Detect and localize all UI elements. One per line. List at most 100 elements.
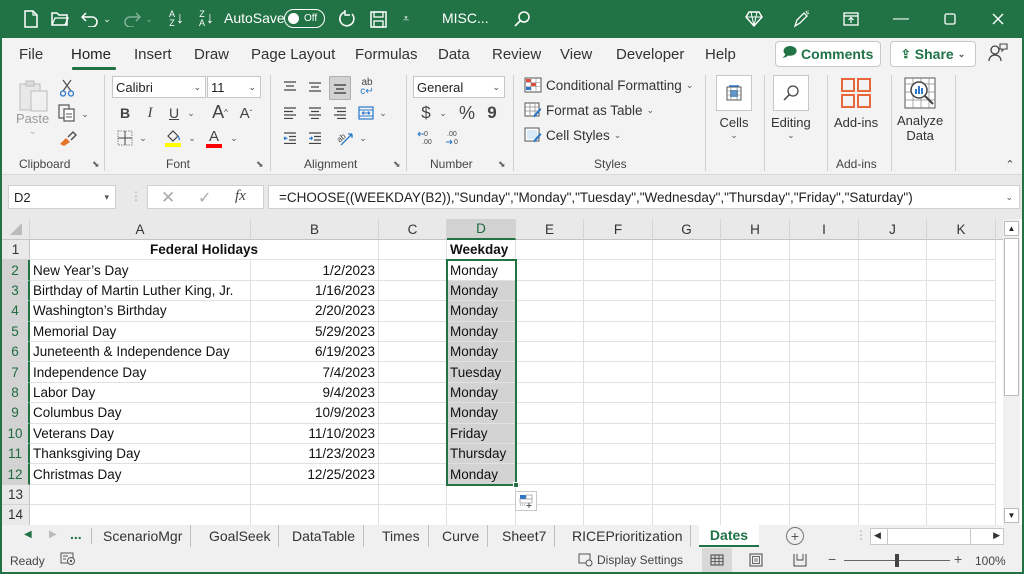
undo-icon[interactable] [78, 8, 102, 30]
scroll-down-arrow[interactable]: ▼ [1004, 508, 1019, 523]
column-header-e[interactable]: E [516, 219, 584, 240]
row-header[interactable]: 4 [2, 301, 30, 322]
comma-style-button[interactable]: 9 [484, 102, 500, 124]
increase-font-size-icon[interactable]: A ^ [210, 101, 230, 123]
cell[interactable] [721, 362, 790, 383]
sheet-tab-sheet7[interactable]: Sheet7 [494, 525, 556, 547]
page-layout-view-button[interactable] [749, 553, 763, 570]
accessibility-icon[interactable] [60, 552, 76, 569]
cell[interactable] [790, 464, 859, 485]
weekday-cell[interactable]: Monday [447, 342, 516, 363]
holiday-name-cell[interactable]: Juneteenth & Independence Day [30, 342, 251, 363]
scroll-right-arrow[interactable]: ▶ [993, 530, 1000, 541]
number-format-select[interactable]: General ⌄ [413, 76, 505, 98]
align-right-icon[interactable] [330, 103, 350, 123]
cell[interactable] [516, 301, 584, 322]
holiday-name-cell[interactable]: New Year’s Day [30, 260, 251, 281]
cell[interactable] [516, 280, 584, 302]
percent-button[interactable]: % [456, 102, 478, 124]
column-header-g[interactable]: G [653, 219, 721, 240]
orientation-dropdown-icon[interactable]: ⌄ [358, 131, 368, 145]
cell[interactable] [584, 403, 653, 424]
tab-formulas[interactable]: Formulas [355, 46, 418, 63]
number-launcher-icon[interactable]: ⬊ [498, 159, 506, 170]
page-break-view-button[interactable] [793, 553, 807, 570]
select-all-button[interactable] [2, 219, 30, 240]
formula-bar-grip-icon[interactable]: ⋮ [130, 189, 142, 203]
zoom-in-button[interactable]: + [954, 551, 962, 567]
cell[interactable] [859, 301, 927, 322]
save-icon[interactable] [366, 8, 390, 30]
paste-button[interactable]: Paste ⌄ [16, 79, 49, 137]
cell[interactable] [516, 240, 584, 261]
cell[interactable] [859, 280, 927, 302]
holiday-date-cell[interactable]: 6/19/2023 [251, 342, 379, 363]
weekday-cell[interactable]: Monday [447, 464, 516, 485]
scroll-left-arrow[interactable]: ◀ [874, 530, 881, 541]
cell[interactable] [721, 505, 790, 525]
row-header[interactable]: 12 [2, 464, 30, 485]
cell[interactable] [790, 342, 859, 363]
cell[interactable] [379, 382, 447, 404]
holiday-date-cell[interactable]: 10/9/2023 [251, 403, 379, 424]
borders-icon[interactable] [115, 128, 135, 148]
cell[interactable] [927, 444, 996, 465]
cell[interactable] [790, 444, 859, 465]
currency-dropdown-icon[interactable]: ⌄ [438, 106, 448, 120]
undo-dropdown-icon[interactable]: ⌄ [102, 8, 112, 30]
cell[interactable] [859, 382, 927, 404]
add-sheet-button[interactable]: + [786, 527, 804, 545]
cell-styles-button[interactable]: Cell Styles ⌄ [524, 127, 621, 143]
cell[interactable] [653, 362, 721, 383]
weekday-cell[interactable]: Monday [447, 321, 516, 342]
cell[interactable] [721, 240, 790, 261]
holiday-date-cell[interactable]: 12/25/2023 [251, 464, 379, 485]
weekday-cell[interactable]: Monday [447, 280, 516, 302]
underline-button[interactable]: U [165, 103, 183, 123]
cell[interactable] [653, 484, 721, 506]
tab-help[interactable]: Help [705, 46, 736, 63]
cell[interactable] [790, 362, 859, 383]
cell[interactable] [721, 342, 790, 363]
clipboard-launcher-icon[interactable]: ⬊ [92, 159, 100, 170]
formula-input[interactable]: =CHOOSE((WEEKDAY(B2)),"Sunday","Monday",… [268, 185, 1020, 209]
cell[interactable] [927, 362, 996, 383]
cell[interactable] [447, 505, 516, 525]
cell[interactable] [30, 484, 251, 506]
maximize-button[interactable] [935, 8, 965, 30]
tab-split-grip[interactable]: ⋮ [855, 528, 867, 542]
orientation-icon[interactable]: ab [334, 128, 356, 148]
weekday-cell[interactable]: Thursday [447, 444, 516, 465]
cell[interactable] [927, 382, 996, 404]
cell[interactable] [379, 260, 447, 281]
cell[interactable] [584, 484, 653, 506]
cell[interactable] [721, 484, 790, 506]
editing-button[interactable]: Editing ⌄ [771, 75, 811, 141]
tab-view[interactable]: View [560, 46, 592, 63]
font-family-select[interactable]: Calibri ⌄ [112, 76, 206, 98]
cell[interactable] [379, 444, 447, 465]
sheet-tab-goalseek[interactable]: GoalSeek [201, 525, 280, 547]
copy-icon[interactable] [56, 103, 78, 123]
cell[interactable] [516, 260, 584, 281]
cell[interactable] [927, 464, 996, 485]
cell[interactable] [721, 321, 790, 342]
close-button[interactable] [983, 8, 1013, 30]
cell[interactable] [379, 362, 447, 383]
holiday-name-cell[interactable]: Birthday of Martin Luther King, Jr. [30, 280, 251, 302]
analyze-data-button[interactable]: Analyze Data [897, 75, 943, 143]
sheet-tab-scenariomgr[interactable]: ScenarioMgr [95, 525, 192, 547]
increase-decimal-icon[interactable]: 0.00 [415, 127, 437, 149]
cell[interactable] [790, 423, 859, 444]
holiday-date-cell[interactable]: 2/20/2023 [251, 301, 379, 322]
tab-review[interactable]: Review [492, 46, 541, 63]
cell[interactable] [790, 403, 859, 424]
weekday-cell[interactable]: Friday [447, 423, 516, 444]
conditional-formatting-button[interactable]: Conditional Formatting ⌄ [524, 77, 693, 93]
row-header[interactable]: 14 [2, 505, 30, 525]
row-header[interactable]: 9 [2, 403, 30, 424]
tab-page-layout[interactable]: Page Layout [251, 46, 335, 63]
cell[interactable] [379, 464, 447, 485]
format-as-table-button[interactable]: Format as Table ⌄ [524, 102, 654, 118]
cell[interactable] [516, 321, 584, 342]
